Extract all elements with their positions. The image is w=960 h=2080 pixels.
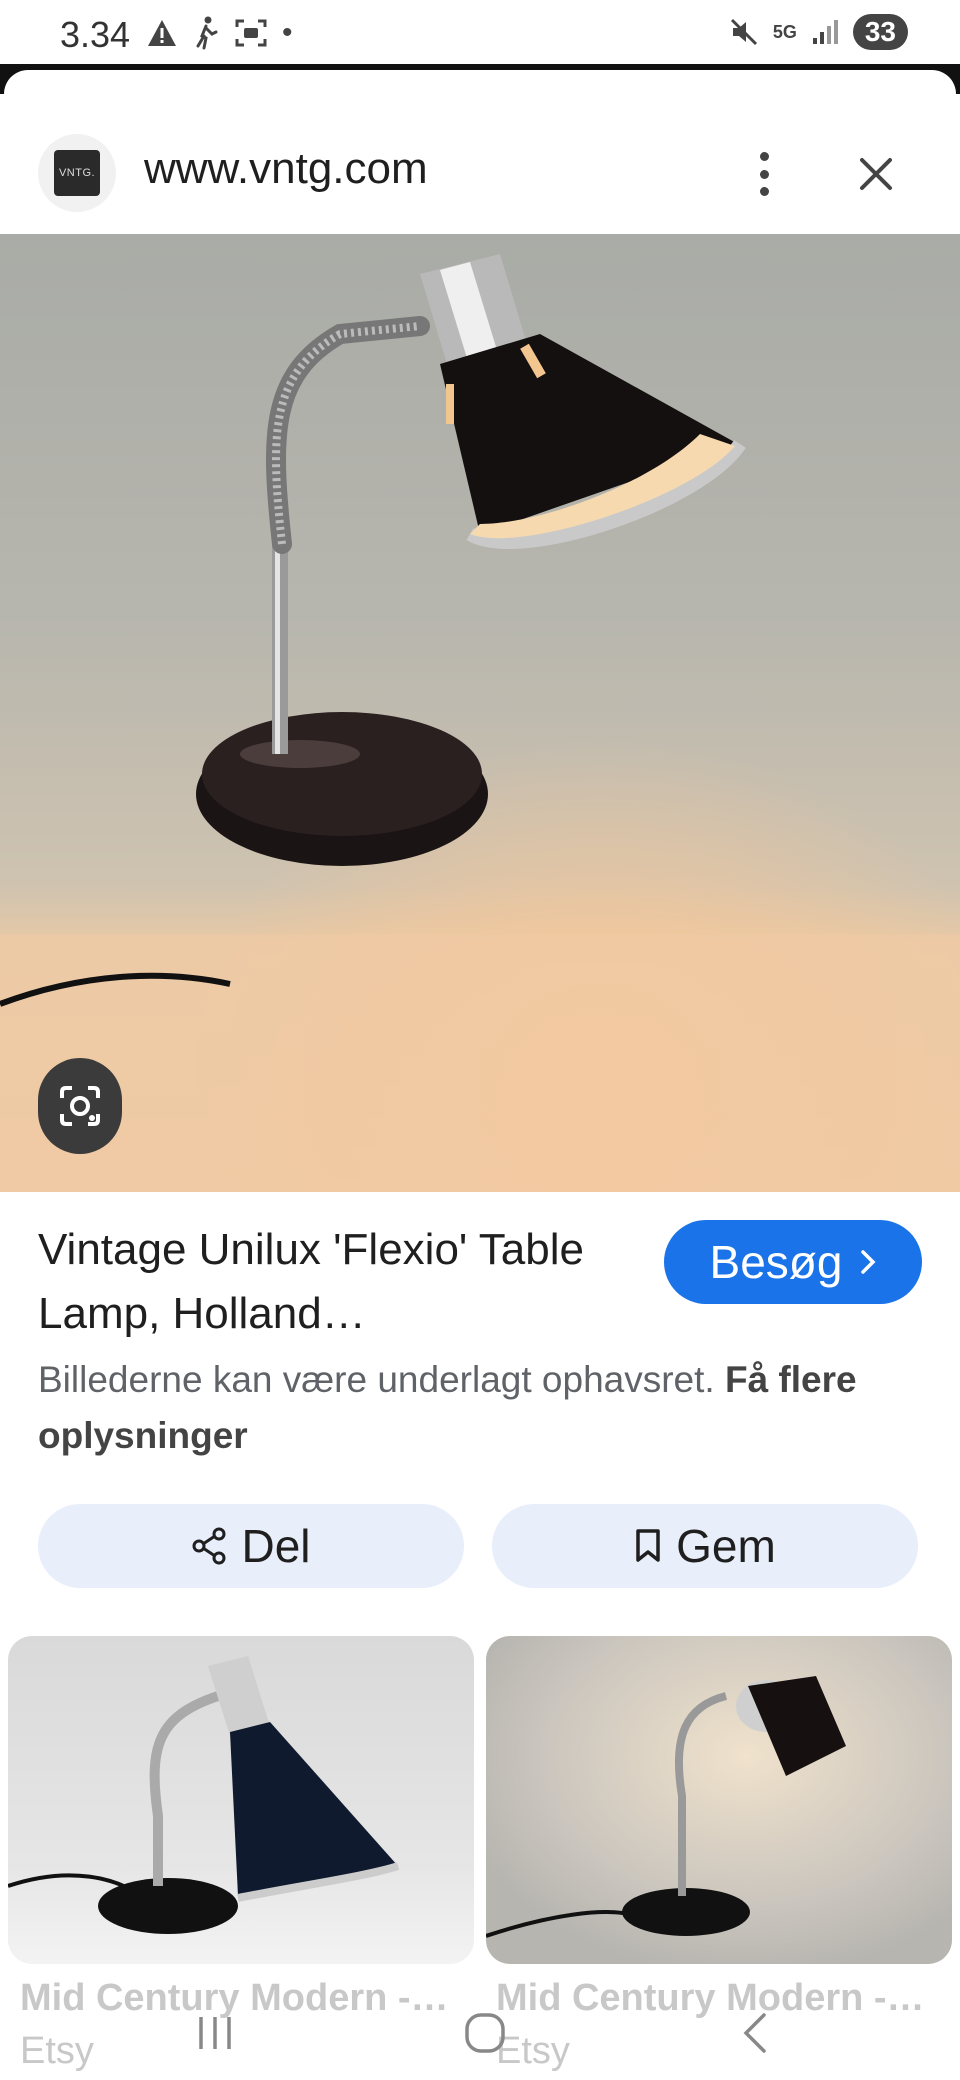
walking-icon (196, 16, 218, 50)
status-system-icons: 5G 33 (729, 14, 908, 50)
status-bar: 3.34 • 5G 33 (0, 0, 960, 72)
status-time: 3.34 (60, 14, 131, 55)
google-lens-icon (60, 1086, 100, 1126)
related-image-1[interactable] (8, 1636, 474, 1964)
recent-apps-icon (199, 2017, 231, 2049)
chevron-right-icon (861, 1250, 876, 1274)
dot-icon: • (282, 16, 293, 49)
signal-icon (812, 20, 838, 44)
result-image[interactable] (0, 234, 960, 1192)
favicon-logo: VNTG. (54, 150, 100, 196)
save-button-label: Gem (676, 1520, 776, 1572)
share-button[interactable]: Del (38, 1504, 464, 1588)
copyright-text: Billederne kan være underlagt ophavsret. (38, 1359, 715, 1400)
site-url[interactable]: www.vntg.com (144, 144, 428, 194)
related-image-2[interactable] (486, 1636, 952, 1964)
page-header: VNTG. www.vntg.com (0, 110, 960, 234)
recent-apps-button[interactable] (180, 1998, 250, 2068)
network-5g-icon: 5G (772, 22, 797, 42)
warning-icon (148, 20, 176, 46)
home-icon (465, 2013, 505, 2053)
system-nav-bar (0, 1984, 960, 2080)
back-icon (743, 2013, 766, 2053)
screenshot-icon (235, 19, 267, 47)
sheet-top (4, 70, 956, 110)
more-vert-icon[interactable] (744, 146, 784, 202)
share-button-label: Del (241, 1520, 311, 1572)
copyright-notice: Billederne kan være underlagt ophavsret.… (38, 1352, 918, 1464)
bookmark-icon (636, 1529, 660, 1562)
site-favicon[interactable]: VNTG. (38, 134, 116, 212)
result-title[interactable]: Vintage Unilux 'Flexio' Table Lamp, Holl… (38, 1218, 618, 1346)
google-lens-button[interactable] (38, 1058, 122, 1154)
related-lamp-photo-1 (8, 1656, 400, 1934)
mute-icon (730, 18, 757, 46)
close-icon[interactable] (848, 146, 904, 202)
lamp-photo (0, 254, 960, 1192)
visit-button[interactable]: Besøg (664, 1220, 922, 1304)
save-button[interactable]: Gem (492, 1504, 918, 1588)
related-lamp-photo-2 (486, 1676, 846, 1938)
home-button[interactable] (450, 1998, 520, 2068)
back-button[interactable] (720, 1998, 790, 2068)
battery-indicator: 33 (852, 14, 908, 50)
share-icon (192, 1527, 226, 1565)
status-notification-icons: • (146, 16, 293, 50)
visit-button-label: Besøg (709, 1236, 843, 1288)
